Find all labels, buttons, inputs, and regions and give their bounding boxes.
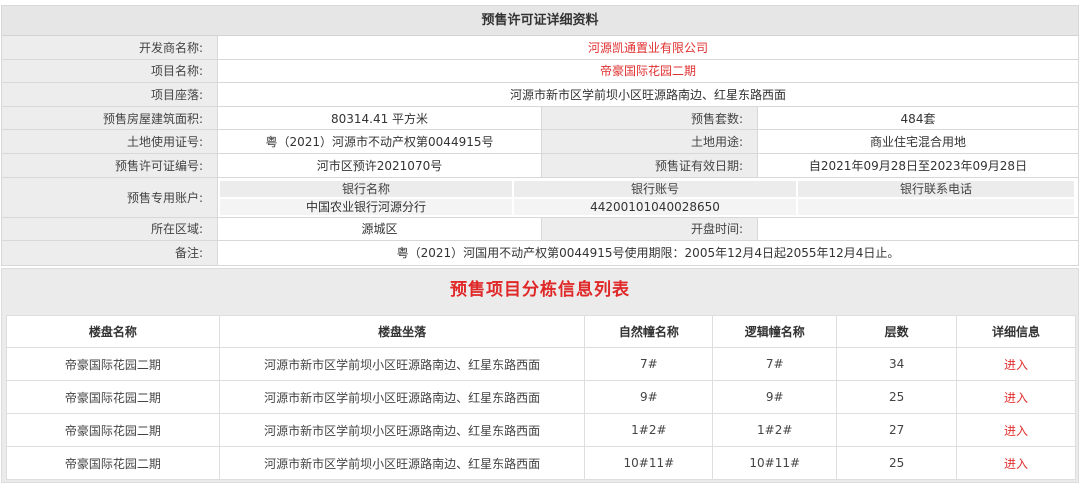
land-use-label: 土地用途: bbox=[542, 130, 758, 153]
district-label: 所在区域: bbox=[2, 217, 218, 241]
enter-link[interactable]: 进入 bbox=[956, 446, 1076, 480]
permit-info-table: 预售许可证详细资料 开发商名称: 河源凯通置业有限公司 项目名称: 帝豪国际花园… bbox=[1, 5, 1079, 266]
table-row: 帝豪国际花园二期 河源市新市区学前坝小区旺源路南边、红星东路西面 7# 7# 3… bbox=[6, 347, 1076, 381]
cell-name: 帝豪国际花园二期 bbox=[6, 347, 220, 381]
cell-location: 河源市新市区学前坝小区旺源路南边、红星东路西面 bbox=[218, 446, 586, 480]
col-header-natural-building: 自然幢名称 bbox=[584, 315, 714, 348]
cell-location: 河源市新市区学前坝小区旺源路南边、红星东路西面 bbox=[218, 413, 586, 447]
land-use-value: 商业住宅混合用地 bbox=[758, 130, 1078, 153]
developer-value: 河源凯通置业有限公司 bbox=[218, 36, 1078, 59]
account-label: 预售专用账户: bbox=[2, 177, 218, 217]
cell-floors: 27 bbox=[836, 413, 958, 447]
bank-account-header: 银行账号 bbox=[514, 180, 796, 197]
cell-natural-building: 7# bbox=[584, 347, 714, 381]
buildings-header-row: 楼盘名称 楼盘坐落 自然幢名称 逻辑幢名称 层数 详细信息 bbox=[6, 315, 1076, 348]
land-cert-label: 土地使用证号: bbox=[2, 130, 218, 153]
area-value: 80314.41 平方米 bbox=[218, 106, 542, 130]
units-label: 预售套数: bbox=[542, 106, 758, 130]
bank-name-header: 银行名称 bbox=[220, 180, 512, 197]
col-header-details: 详细信息 bbox=[956, 315, 1076, 348]
cell-logical-building: 7# bbox=[712, 347, 838, 381]
table-row: 帝豪国际花园二期 河源市新市区学前坝小区旺源路南边、红星东路西面 1#2# 1#… bbox=[6, 413, 1076, 447]
permit-no-label: 预售许可证编号: bbox=[2, 153, 218, 177]
cell-natural-building: 9# bbox=[584, 380, 714, 414]
buildings-table: 楼盘名称 楼盘坐落 自然幢名称 逻辑幢名称 层数 详细信息 帝豪国际花园二期 河… bbox=[6, 315, 1076, 480]
remark-label: 备注: bbox=[2, 241, 218, 265]
bank-account-value: 44200101040028650 bbox=[514, 198, 796, 215]
land-row: 土地使用证号: 粤（2021）河源市不动产权第0044915号 土地用途: 商业… bbox=[2, 130, 1078, 154]
cell-logical-building: 1#2# bbox=[712, 413, 838, 447]
location-value: 河源市新市区学前坝小区旺源路南边、红星东路西面 bbox=[218, 83, 1078, 106]
bank-name-value: 中国农业银行河源分行 bbox=[220, 198, 512, 215]
permit-info-title: 预售许可证详细资料 bbox=[2, 6, 1078, 36]
cell-name: 帝豪国际花园二期 bbox=[6, 413, 220, 447]
cell-natural-building: 1#2# bbox=[584, 413, 714, 447]
location-row: 项目座落: 河源市新市区学前坝小区旺源路南边、红星东路西面 bbox=[2, 83, 1078, 107]
district-value: 源城区 bbox=[218, 217, 542, 241]
enter-link[interactable]: 进入 bbox=[956, 413, 1076, 447]
validity-value: 自2021年09月28日至2023年09月28日 bbox=[758, 153, 1078, 177]
remark-row: 备注: 粤（2021）河国用不动产权第0044915号使用期限：2005年12月… bbox=[2, 241, 1078, 265]
col-header-name: 楼盘名称 bbox=[6, 315, 220, 348]
bank-table: 银行名称 银行账号 银行联系电话 中国农业银行河源分行 442001010400… bbox=[218, 177, 1078, 217]
units-value: 484套 bbox=[758, 106, 1078, 130]
table-row: 帝豪国际花园二期 河源市新市区学前坝小区旺源路南边、红星东路西面 9# 9# 2… bbox=[6, 380, 1076, 414]
bank-phone-header: 银行联系电话 bbox=[798, 180, 1074, 197]
bank-header-row: 银行名称 银行账号 银行联系电话 bbox=[220, 180, 1074, 197]
open-time-label: 开盘时间: bbox=[542, 217, 758, 241]
bank-data-row: 中国农业银行河源分行 44200101040028650 bbox=[220, 198, 1074, 215]
cell-logical-building: 9# bbox=[712, 380, 838, 414]
project-value: 帝豪国际花园二期 bbox=[218, 59, 1078, 83]
developer-label: 开发商名称: bbox=[2, 36, 218, 59]
cell-logical-building: 10#11# bbox=[712, 446, 838, 480]
location-label: 项目座落: bbox=[2, 83, 218, 106]
cell-location: 河源市新市区学前坝小区旺源路南边、红星东路西面 bbox=[218, 380, 586, 414]
cell-natural-building: 10#11# bbox=[584, 446, 714, 480]
open-time-value bbox=[758, 217, 1078, 241]
bank-phone-value bbox=[798, 198, 1074, 215]
cell-floors: 25 bbox=[836, 446, 958, 480]
table-row: 帝豪国际花园二期 河源市新市区学前坝小区旺源路南边、红星东路西面 10#11# … bbox=[6, 446, 1076, 480]
permit-page: 预售许可证详细资料 开发商名称: 河源凯通置业有限公司 项目名称: 帝豪国际花园… bbox=[0, 0, 1080, 483]
col-header-location: 楼盘坐落 bbox=[218, 315, 586, 348]
district-row: 所在区域: 源城区 开盘时间: bbox=[2, 217, 1078, 242]
enter-link[interactable]: 进入 bbox=[956, 347, 1076, 381]
developer-row: 开发商名称: 河源凯通置业有限公司 bbox=[2, 36, 1078, 60]
cell-name: 帝豪国际花园二期 bbox=[6, 380, 220, 414]
cell-name: 帝豪国际花园二期 bbox=[6, 446, 220, 480]
buildings-section-title: 预售项目分栋信息列表 bbox=[450, 280, 630, 300]
enter-link[interactable]: 进入 bbox=[956, 380, 1076, 414]
cell-location: 河源市新市区学前坝小区旺源路南边、红星东路西面 bbox=[218, 347, 586, 381]
area-label: 预售房屋建筑面积: bbox=[2, 106, 218, 130]
cell-floors: 34 bbox=[836, 347, 958, 381]
col-header-logical-building: 逻辑幢名称 bbox=[712, 315, 838, 348]
cell-floors: 25 bbox=[836, 380, 958, 414]
account-row: 预售专用账户: 银行名称 银行账号 银行联系电话 中国农业银行河源分行 4420… bbox=[2, 177, 1078, 218]
land-cert-value: 粤（2021）河源市不动产权第0044915号 bbox=[218, 130, 542, 153]
remark-value: 粤（2021）河国用不动产权第0044915号使用期限：2005年12月4日起2… bbox=[218, 241, 1078, 265]
area-row: 预售房屋建筑面积: 80314.41 平方米 预售套数: 484套 bbox=[2, 106, 1078, 131]
col-header-floors: 层数 bbox=[836, 315, 958, 348]
permit-no-value: 河市区预许2021070号 bbox=[218, 153, 542, 177]
validity-label: 预售证有效日期: bbox=[542, 153, 758, 177]
project-row: 项目名称: 帝豪国际花园二期 bbox=[2, 59, 1078, 84]
project-label: 项目名称: bbox=[2, 59, 218, 83]
permit-row: 预售许可证编号: 河市区预许2021070号 预售证有效日期: 自2021年09… bbox=[2, 153, 1078, 178]
